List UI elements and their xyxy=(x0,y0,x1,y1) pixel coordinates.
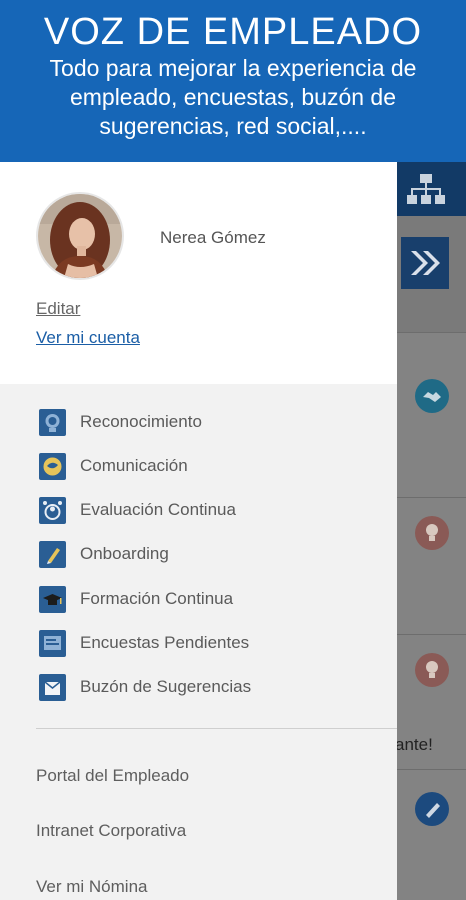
background-card xyxy=(397,769,466,900)
background-card: ante! xyxy=(397,634,466,769)
background-forward-button xyxy=(401,237,449,289)
recognition-icon xyxy=(39,409,66,436)
navigation-drawer: Nerea Gómez Editar Ver mi cuenta Reconoc… xyxy=(0,162,397,900)
avatar[interactable] xyxy=(36,192,124,280)
user-name: Nerea Gómez xyxy=(160,228,266,247)
onboarding-icon xyxy=(39,541,66,568)
pencil-icon xyxy=(415,792,449,826)
menu-item-label: Buzón de Sugerencias xyxy=(80,677,252,696)
background-partial-text: ante! xyxy=(397,735,433,754)
double-chevron-right-icon xyxy=(411,251,440,275)
menu-item-encuestas-pendientes[interactable]: Encuestas Pendientes xyxy=(0,624,397,664)
background-card xyxy=(397,332,466,497)
menu-item-label: Evaluación Continua xyxy=(80,500,236,519)
menu-item-reconocimiento[interactable]: Reconocimiento xyxy=(0,403,397,443)
menu-item-label: Reconocimiento xyxy=(80,412,202,431)
banner-title: VOZ DE EMPLEADO xyxy=(43,11,423,53)
surveys-icon xyxy=(39,630,66,657)
lightbulb-icon xyxy=(415,653,449,687)
edit-profile-link[interactable]: Editar xyxy=(36,299,80,319)
menu-divider xyxy=(36,728,397,729)
menu-item-label: Onboarding xyxy=(80,544,169,563)
menu-item-label: Comunicación xyxy=(80,456,188,475)
menu-item-onboarding[interactable]: Onboarding xyxy=(0,535,397,575)
profile-section: Nerea Gómez Editar Ver mi cuenta xyxy=(0,162,397,384)
menu-item-evaluacion-continua[interactable]: Evaluación Continua xyxy=(0,491,397,531)
lightbulb-icon xyxy=(415,516,449,550)
org-chart-icon xyxy=(407,174,445,204)
menu-item-formacion-continua[interactable]: Formación Continua xyxy=(0,580,397,620)
background-app: ante! xyxy=(397,162,466,900)
background-card xyxy=(397,497,466,634)
training-icon xyxy=(39,586,66,613)
suggestions-icon xyxy=(39,674,66,701)
menu-item-label: Formación Continua xyxy=(80,589,234,608)
view-account-link[interactable]: Ver mi cuenta xyxy=(36,328,140,348)
menu-item-comunicacion[interactable]: Comunicación xyxy=(0,447,397,487)
communication-icon xyxy=(39,453,66,480)
portal-empleado-link[interactable]: Portal del Empleado xyxy=(36,766,189,786)
intranet-corporativa-link[interactable]: Intranet Corporativa xyxy=(36,821,186,841)
banner-subtitle: Todo para mejorar la experiencia de empl… xyxy=(49,55,417,139)
handshake-icon xyxy=(415,379,449,413)
promo-banner: VOZ DE EMPLEADO Todo para mejorar la exp… xyxy=(0,0,466,162)
ver-nomina-link[interactable]: Ver mi Nómina xyxy=(36,877,147,897)
evaluation-icon xyxy=(39,497,66,524)
menu-item-label: Encuestas Pendientes xyxy=(80,633,250,652)
menu-item-buzon-de-sugerencias[interactable]: Buzón de Sugerencias xyxy=(0,668,397,708)
background-topbar xyxy=(397,162,466,216)
